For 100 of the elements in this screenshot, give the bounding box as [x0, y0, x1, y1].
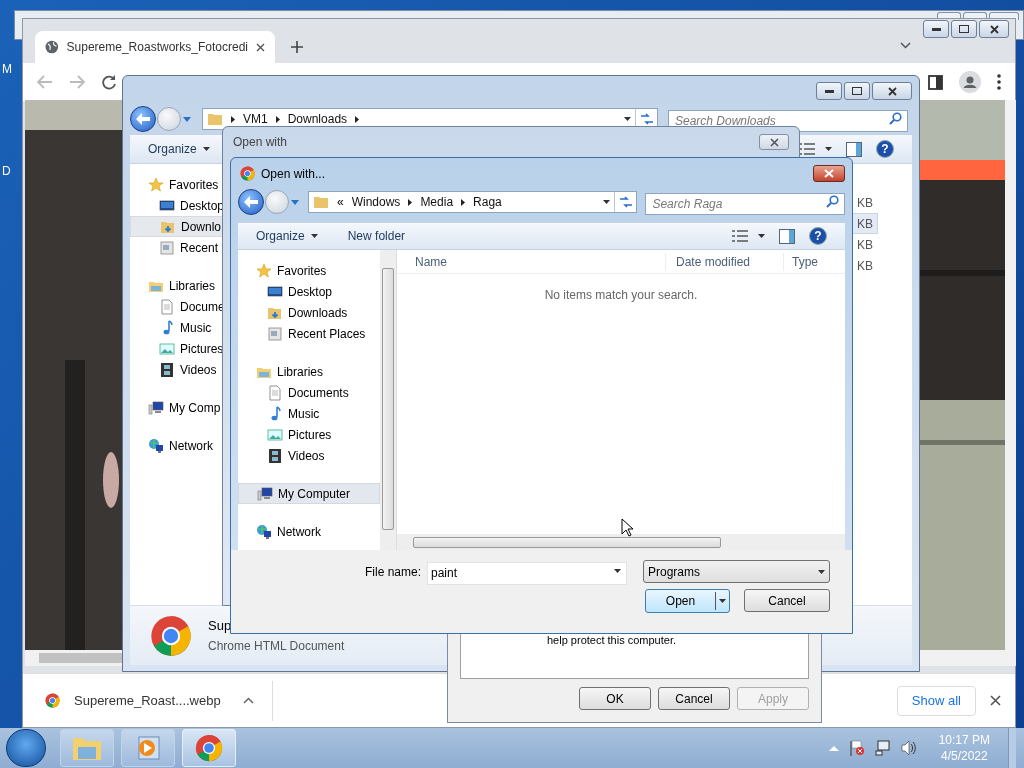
- desktop-icon-label[interactable]: M: [2, 60, 12, 78]
- breadcrumb-item[interactable]: Media: [420, 193, 454, 211]
- minimize-icon: [824, 89, 834, 93]
- dialog-button[interactable]: OK: [579, 687, 651, 710]
- folder-icon: [313, 194, 329, 210]
- nav-item[interactable]: Network: [238, 521, 380, 542]
- close-button[interactable]: [872, 82, 912, 100]
- nav-item[interactable]: Libraries: [238, 361, 380, 382]
- media-player-icon: [136, 735, 160, 761]
- nav-item[interactable]: Recent Places: [238, 323, 380, 344]
- profile-avatar-icon[interactable]: [959, 71, 981, 93]
- tab-search-caret-icon[interactable]: [900, 42, 911, 49]
- column-header[interactable]: Type: [783, 252, 818, 271]
- flag-error-icon[interactable]: [848, 740, 865, 756]
- caret-icon: [291, 199, 299, 205]
- toolbar-button[interactable]: New folder: [347, 227, 406, 245]
- nav-item[interactable]: Downloads: [238, 302, 380, 323]
- horizontal-scrollbar[interactable]: [397, 534, 845, 550]
- pane-icon: [779, 228, 795, 244]
- message-text: help protect this computer.: [547, 632, 677, 648]
- new-tab-icon[interactable]: [291, 41, 303, 53]
- monitor-icon: [267, 283, 283, 300]
- pane-icon: [846, 141, 862, 157]
- desktop-icon-label[interactable]: D: [2, 162, 11, 180]
- tab-title: Supereme_Roastworks_Fotocredi: [66, 39, 248, 56]
- film-strip-icon: [267, 447, 283, 464]
- maximize-button[interactable]: [951, 20, 977, 38]
- preview-pane-button[interactable]: [846, 141, 862, 157]
- reload-icon[interactable]: [101, 74, 117, 90]
- back-button[interactable]: [130, 106, 156, 132]
- toolbar-button[interactable]: Organize: [148, 140, 210, 158]
- caret-icon: [602, 200, 610, 204]
- network-icon[interactable]: [874, 740, 891, 756]
- side-panel-icon[interactable]: [928, 74, 943, 90]
- nav-item[interactable]: Pictures: [238, 424, 380, 445]
- vertical-scrollbar[interactable]: [1005, 100, 1016, 650]
- help-button[interactable]: ?: [876, 140, 894, 158]
- scrollbar[interactable]: [380, 250, 396, 550]
- chevron-right-icon: [461, 198, 466, 206]
- view-options-button[interactable]: [732, 230, 765, 242]
- dialog-button[interactable]: Cancel: [658, 687, 730, 710]
- chevron-up-icon: [242, 697, 254, 704]
- preview-pane-button[interactable]: [779, 228, 795, 244]
- empty-message: No items match your search.: [544, 287, 698, 304]
- document-icon: [159, 298, 175, 315]
- open-button[interactable]: Open: [645, 589, 730, 613]
- history-dropdown-button[interactable]: [290, 197, 300, 207]
- minimize-button[interactable]: [816, 82, 842, 100]
- close-button[interactable]: [813, 165, 845, 182]
- refresh-arrows-icon: [618, 196, 633, 208]
- maximize-button[interactable]: [844, 82, 870, 100]
- minimize-button[interactable]: [923, 20, 949, 38]
- view-options-button[interactable]: [799, 143, 832, 155]
- nav-item[interactable]: Music: [238, 403, 380, 424]
- arrow-left-icon: [136, 113, 150, 125]
- close-icon: [769, 137, 779, 147]
- recent-places-icon: [159, 239, 175, 256]
- search-icon: [889, 112, 902, 125]
- help-button[interactable]: ?: [809, 227, 827, 245]
- close-button[interactable]: [759, 134, 789, 150]
- close-icon[interactable]: [990, 695, 1001, 706]
- file-name-field[interactable]: paint: [427, 561, 627, 585]
- breadcrumb-item[interactable]: Windows: [351, 193, 401, 211]
- film-strip-icon: [159, 361, 175, 378]
- caret-icon: [310, 234, 318, 238]
- search-field[interactable]: Search Raga: [645, 193, 845, 215]
- download-item[interactable]: Supereme_Roast....webp: [23, 680, 273, 721]
- breadcrumb-item[interactable]: Raga: [473, 193, 502, 211]
- menu-icon[interactable]: [997, 74, 1001, 90]
- start-button[interactable]: [6, 729, 46, 767]
- file-type-dropdown[interactable]: Programs: [643, 560, 830, 583]
- column-header[interactable]: Name: [397, 252, 665, 271]
- caret-icon: [623, 117, 631, 121]
- window-title: Open with...: [261, 165, 326, 183]
- nav-item[interactable]: Videos: [238, 445, 380, 466]
- caret-icon: [825, 147, 832, 151]
- show-all-button[interactable]: Show all: [896, 685, 976, 716]
- close-icon[interactable]: [256, 42, 265, 52]
- picture-icon: [159, 340, 175, 357]
- cancel-button[interactable]: Cancel: [744, 589, 830, 612]
- overflow-chevrons[interactable]: «: [337, 196, 344, 208]
- back-button[interactable]: [238, 189, 264, 215]
- history-dropdown-button[interactable]: [182, 114, 192, 124]
- computer-icon: [257, 485, 273, 502]
- network-icon: [148, 437, 164, 454]
- breadcrumb-item[interactable]: VM1: [243, 110, 268, 128]
- browser-tab[interactable]: Supereme_Roastworks_Fotocredi: [35, 31, 275, 63]
- nav-item[interactable]: Favorites: [238, 260, 380, 281]
- volume-icon[interactable]: [900, 740, 917, 756]
- document-icon: [267, 384, 283, 401]
- close-button[interactable]: [979, 20, 1009, 38]
- nav-item[interactable]: Documents: [238, 382, 380, 403]
- chevron-right-icon: [408, 198, 413, 206]
- breadcrumb-item[interactable]: Downloads: [287, 110, 348, 128]
- address-bar[interactable]: « Windows Media Raga: [308, 191, 638, 213]
- file-size: KB: [856, 236, 874, 254]
- search-icon: [826, 195, 839, 208]
- column-header[interactable]: Date modified: [665, 252, 783, 271]
- nav-item[interactable]: My Computer: [238, 483, 380, 504]
- nav-item[interactable]: Desktop: [238, 281, 380, 302]
